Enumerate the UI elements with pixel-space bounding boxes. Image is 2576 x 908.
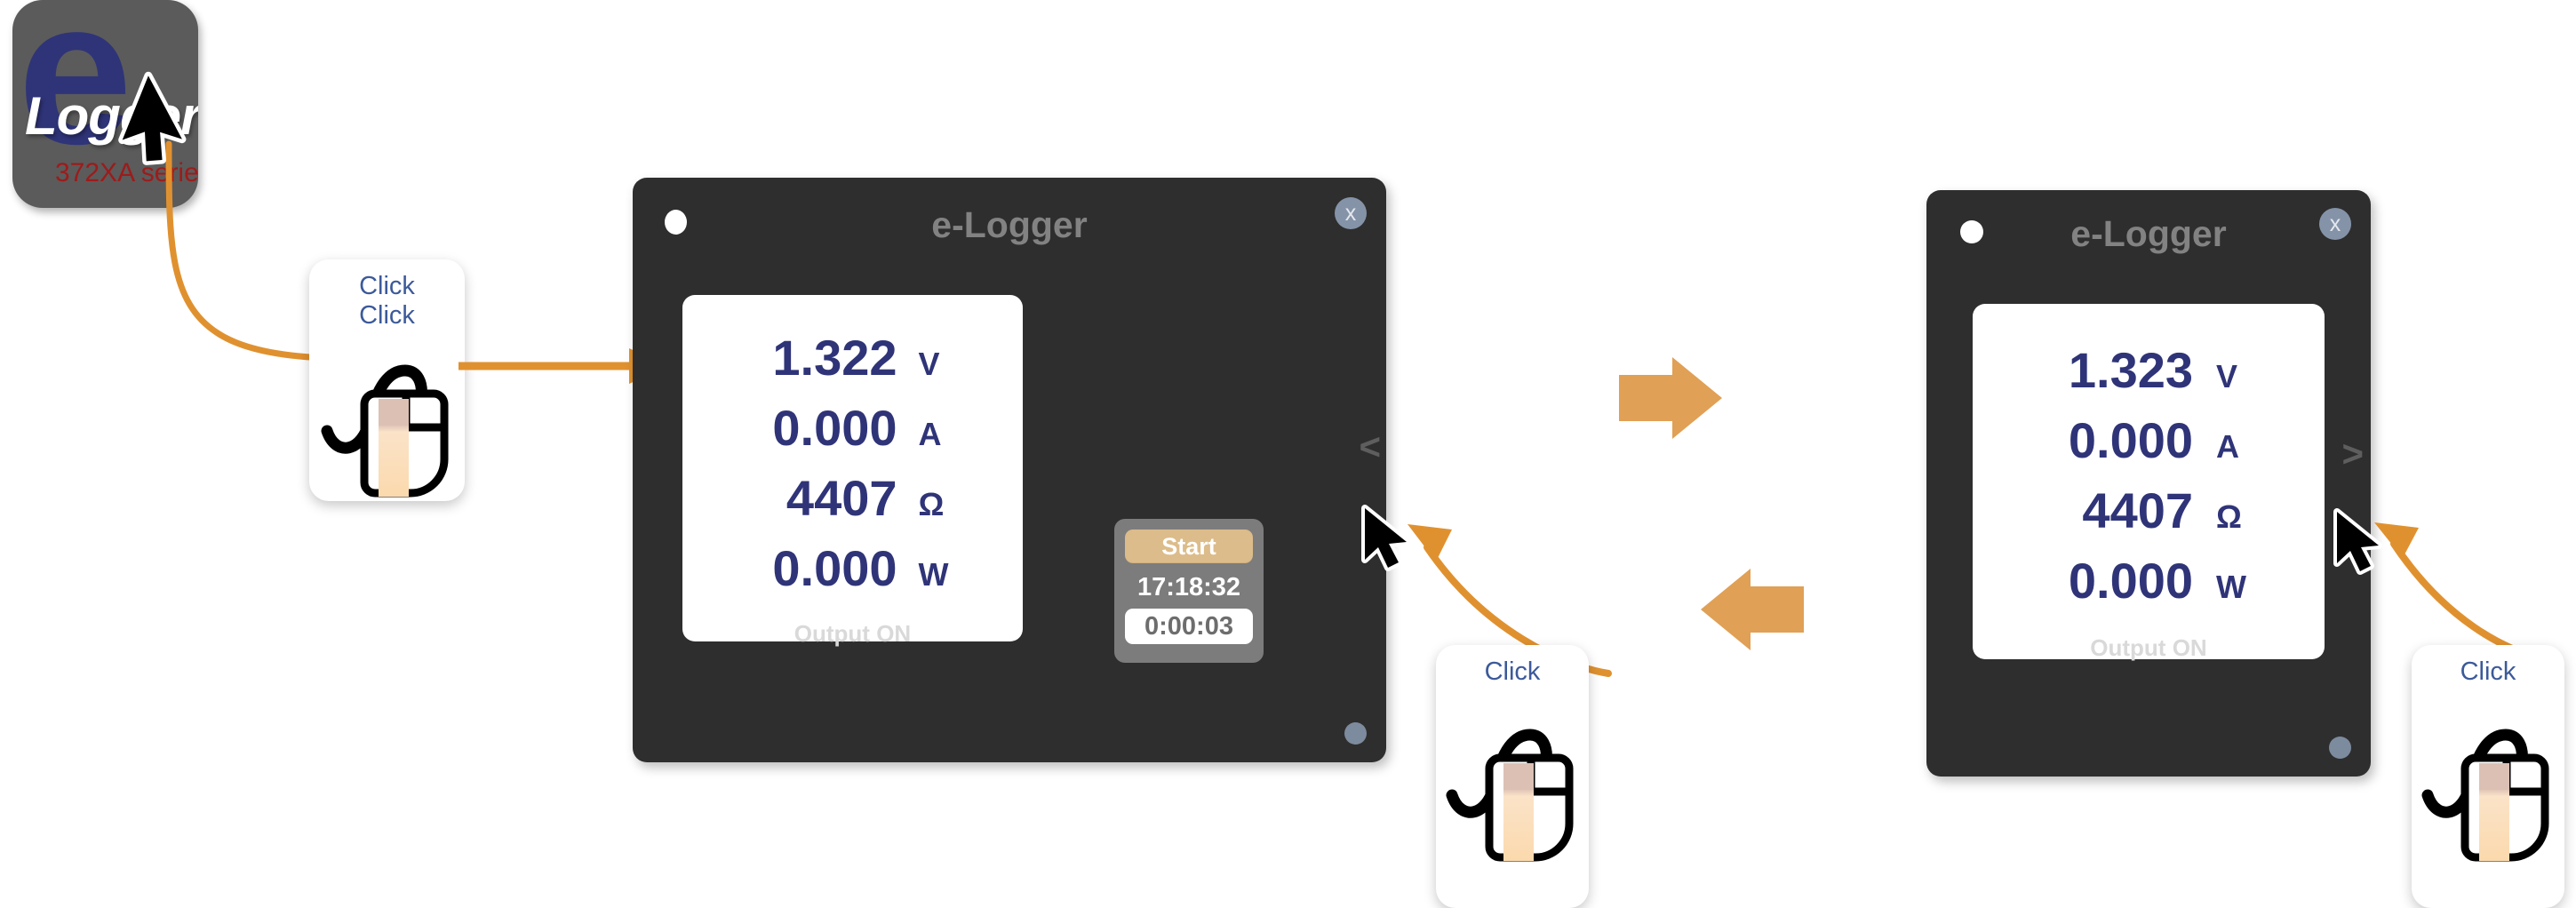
click-callout-main: Click bbox=[1436, 645, 1589, 908]
elogger-window-collapsed[interactable]: e-Logger x > 1.323 V 0.000 A 4407 Ω 0.00… bbox=[1926, 190, 2371, 777]
readout-row: 1.322 V bbox=[682, 329, 1023, 386]
output-status-collapsed: Output ON bbox=[2090, 634, 2207, 661]
click-callout-main-label: Click bbox=[1484, 657, 1541, 686]
start-button[interactable]: Start bbox=[1125, 530, 1253, 563]
instruction-graphic-canvas: e Logger 372XA series Click Click e-Logg… bbox=[0, 0, 2576, 908]
status-dot-bottom-right bbox=[2329, 737, 2351, 759]
readout-row: 0.000 W bbox=[1973, 552, 2325, 609]
double-click-callout-label: Click Click bbox=[359, 272, 415, 331]
window-title-expanded: e-Logger bbox=[931, 204, 1088, 245]
click-callout-compact: Click bbox=[2412, 645, 2564, 908]
expand-block-arrow bbox=[1701, 569, 1804, 650]
close-button-expanded[interactable]: x bbox=[1335, 197, 1367, 229]
status-dot-bottom-right bbox=[1344, 722, 1367, 745]
readout-value-voltage: 1.323 bbox=[2068, 342, 2193, 398]
readout-unit-voltage: V bbox=[918, 346, 940, 382]
measurement-panel-expanded: 1.322 V 0.000 A 4407 Ω 0.000 W Output ON bbox=[682, 295, 1023, 647]
clock-readout: 17:18:32 bbox=[1136, 573, 1241, 601]
output-status-expanded: Output ON bbox=[794, 620, 912, 647]
mouse-left-click-icon bbox=[2421, 729, 2549, 862]
readout-row: 4407 Ω bbox=[682, 469, 1023, 527]
close-button-collapsed[interactable]: x bbox=[2319, 208, 2351, 240]
readout-unit-resistance: Ω bbox=[2216, 498, 2242, 535]
collapse-block-arrow bbox=[1619, 357, 1722, 439]
readout-unit-power: W bbox=[2216, 569, 2246, 605]
mouse-left-click-icon bbox=[1446, 729, 1574, 862]
readout-unit-voltage: V bbox=[2216, 358, 2238, 394]
measurement-panel-collapsed: 1.323 V 0.000 A 4407 Ω 0.000 W Output ON bbox=[1973, 304, 2325, 661]
mouse-left-click-icon bbox=[321, 364, 448, 498]
collapse-chevron-expanded[interactable]: < bbox=[1359, 428, 1381, 466]
readout-value-power: 0.000 bbox=[772, 540, 897, 596]
expand-chevron-collapsed[interactable]: > bbox=[2341, 435, 2364, 473]
readout-value-power: 0.000 bbox=[2068, 553, 2193, 609]
readout-value-resistance: 4407 bbox=[2082, 482, 2193, 538]
readout-value-current: 0.000 bbox=[2068, 412, 2193, 468]
readout-row: 0.000 A bbox=[1973, 411, 2325, 469]
readout-unit-current: A bbox=[2216, 428, 2239, 465]
window-title-collapsed: e-Logger bbox=[2070, 213, 2227, 254]
readout-unit-power: W bbox=[918, 556, 949, 593]
click-callout-compact-label: Click bbox=[2460, 657, 2516, 686]
readout-row: 0.000 W bbox=[682, 539, 1023, 597]
readout-value-voltage: 1.322 bbox=[772, 330, 897, 386]
readout-row: 4407 Ω bbox=[1973, 482, 2325, 539]
elogger-window-expanded[interactable]: e-Logger x < 1.322 V 0.000 A 4407 Ω 0.00… bbox=[633, 178, 1386, 762]
readout-unit-current: A bbox=[918, 416, 942, 452]
logger-timer-panel: Start 17:18:32 0:00:03 bbox=[1114, 519, 1264, 663]
double-click-callout: Click Click bbox=[309, 259, 465, 501]
readout-row: 1.323 V bbox=[1973, 341, 2325, 399]
readout-unit-resistance: Ω bbox=[918, 486, 945, 522]
elapsed-time-field: 0:00:03 bbox=[1125, 609, 1253, 644]
readout-value-resistance: 4407 bbox=[786, 470, 897, 526]
readout-value-current: 0.000 bbox=[772, 400, 897, 456]
readout-row: 0.000 A bbox=[682, 399, 1023, 457]
